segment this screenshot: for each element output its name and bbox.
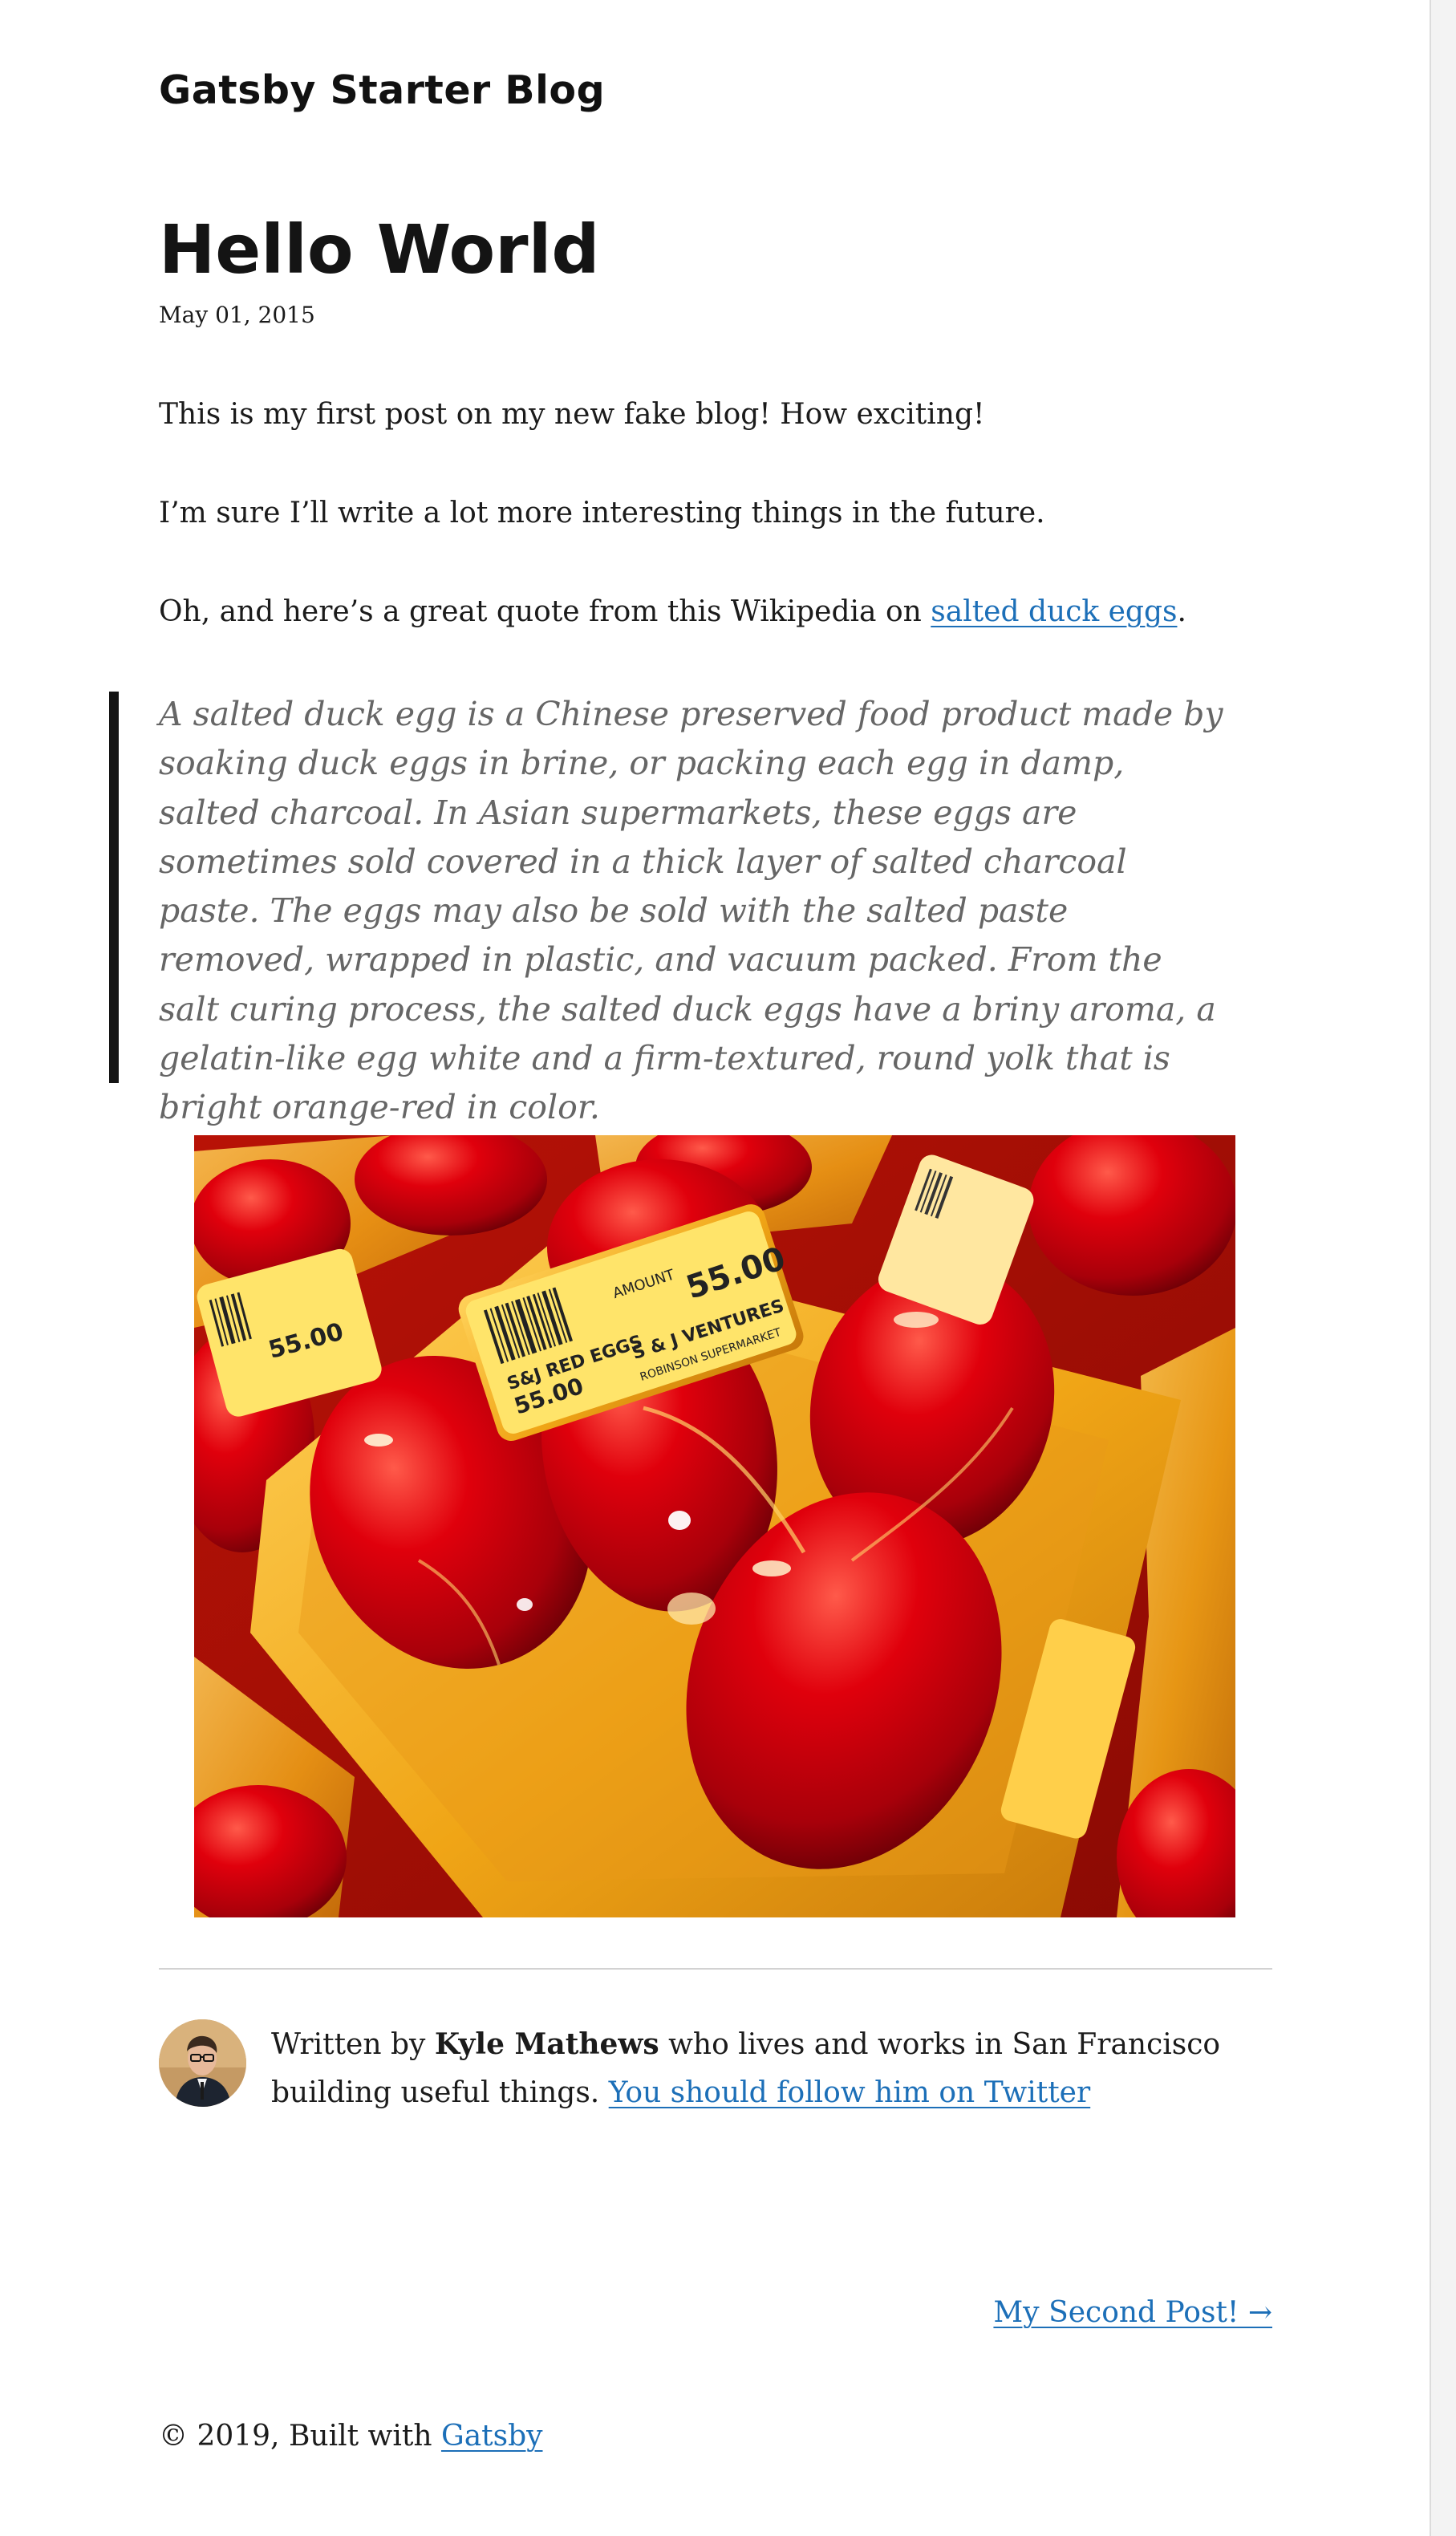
quote-intro-end: . — [1177, 595, 1186, 628]
salted-duck-eggs-link[interactable]: salted duck eggs — [931, 595, 1177, 628]
salted-duck-eggs-photo: S&J RED EGGS 55.00 AMOUNT 55.00 S & J VE… — [194, 1135, 1235, 1917]
footer-copyright: © 2019, Built with — [159, 2420, 441, 2453]
author-bio: Written by Kyle Mathews who lives and wo… — [271, 2020, 1282, 2117]
blockquote: A salted duck egg is a Chinese preserved… — [159, 695, 1223, 1127]
post-date: May 01, 2015 — [159, 302, 315, 328]
post-divider — [159, 1968, 1272, 1970]
post-paragraph-1: This is my first post on my new fake blo… — [159, 398, 985, 431]
post-paragraph-2: I’m sure I’ll write a lot more interesti… — [159, 497, 1045, 530]
post-paragraph-3: Oh, and here’s a great quote from this W… — [159, 595, 1186, 628]
gatsby-link[interactable]: Gatsby — [441, 2420, 543, 2453]
bio-prefix: Written by — [271, 2028, 435, 2061]
author-name: Kyle Mathews — [434, 2027, 659, 2061]
next-post-link[interactable]: My Second Post! → — [993, 2296, 1272, 2329]
blockquote-bar — [109, 692, 119, 1083]
site-footer: © 2019, Built with Gatsby — [159, 2420, 543, 2453]
page-scrollbar[interactable] — [1430, 0, 1456, 2536]
author-avatar — [159, 2019, 246, 2107]
quote-intro-text: Oh, and here’s a great quote from this W… — [159, 595, 931, 628]
post-title: Hello World — [159, 210, 600, 289]
site-title-link[interactable]: Gatsby Starter Blog — [159, 67, 605, 113]
twitter-follow-link[interactable]: You should follow him on Twitter — [609, 2076, 1091, 2109]
